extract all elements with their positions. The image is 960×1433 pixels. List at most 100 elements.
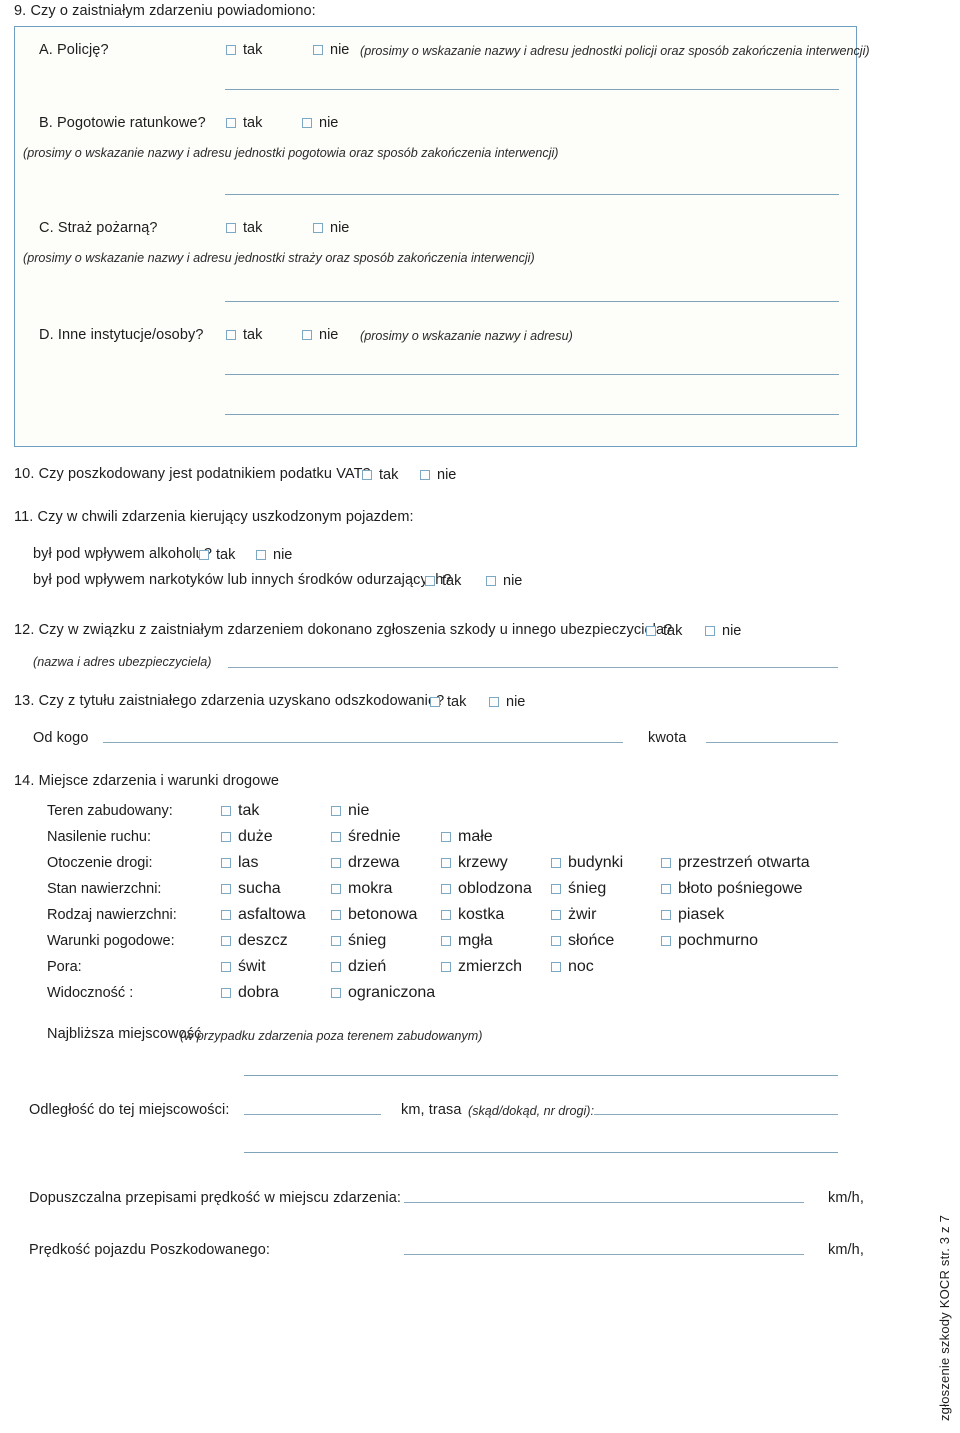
q14-row-7-option-1[interactable]: ograniczona: [331, 980, 435, 1006]
q12-insurer-line[interactable]: [228, 667, 838, 668]
q14-row-3-option-2[interactable]: oblodzona: [441, 876, 532, 902]
q14-row-2-option-4[interactable]: przestrzeń otwarta: [661, 850, 810, 876]
checkbox-icon[interactable]: [441, 936, 451, 946]
q9-item-c-answer-line[interactable]: [225, 301, 839, 302]
q14-vehicle-speed-line[interactable]: [404, 1254, 804, 1255]
q14-row-3-option-1[interactable]: mokra: [331, 876, 392, 902]
checkbox-icon[interactable]: [199, 550, 209, 560]
checkbox-icon[interactable]: [331, 962, 341, 972]
checkbox-icon[interactable]: [551, 910, 561, 920]
q9-item-d-answer-line-1[interactable]: [225, 374, 839, 375]
q14-row-5-option-3[interactable]: słońce: [551, 928, 614, 954]
q14-row-2-option-3[interactable]: budynki: [551, 850, 623, 876]
checkbox-icon[interactable]: [331, 988, 341, 998]
q14-row-5-option-4[interactable]: pochmurno: [661, 928, 758, 954]
q13-from-line[interactable]: [103, 742, 623, 743]
checkbox-icon[interactable]: [331, 832, 341, 842]
q10-no[interactable]: nie: [420, 467, 456, 483]
q14-row-1-option-1[interactable]: średnie: [331, 824, 400, 850]
checkbox-icon[interactable]: [441, 858, 451, 868]
q9-item-d-answer-line-2[interactable]: [225, 414, 839, 415]
q14-row-6-option-2[interactable]: zmierzch: [441, 954, 522, 980]
checkbox-icon[interactable]: [313, 45, 323, 55]
q14-row-6-option-3[interactable]: noc: [551, 954, 594, 980]
checkbox-icon[interactable]: [441, 910, 451, 920]
checkbox-icon[interactable]: [646, 626, 656, 636]
q13-no[interactable]: nie: [489, 694, 525, 710]
checkbox-icon[interactable]: [221, 962, 231, 972]
q13-amount-line[interactable]: [706, 742, 838, 743]
q9-item-c-yes[interactable]: tak: [226, 220, 262, 236]
checkbox-icon[interactable]: [441, 832, 451, 842]
checkbox-icon[interactable]: [331, 910, 341, 920]
q14-row-0-option-1[interactable]: nie: [331, 798, 369, 824]
checkbox-icon[interactable]: [441, 962, 451, 972]
q14-row-4-option-0[interactable]: asfaltowa: [221, 902, 306, 928]
q14-row-5-option-2[interactable]: mgła: [441, 928, 493, 954]
checkbox-icon[interactable]: [226, 223, 236, 233]
q14-row-3-option-3[interactable]: śnieg: [551, 876, 606, 902]
checkbox-icon[interactable]: [221, 806, 231, 816]
q12-yes[interactable]: tak: [646, 623, 682, 639]
q13-yes[interactable]: tak: [430, 694, 466, 710]
q14-row-2-option-0[interactable]: las: [221, 850, 258, 876]
q14-row-3-option-4[interactable]: błoto pośniegowe: [661, 876, 803, 902]
checkbox-icon[interactable]: [331, 806, 341, 816]
q14-row-4-option-1[interactable]: betonowa: [331, 902, 417, 928]
q14-row-4-option-2[interactable]: kostka: [441, 902, 504, 928]
q9-item-a-yes[interactable]: tak: [226, 42, 262, 58]
q14-distance-line[interactable]: [244, 1114, 381, 1115]
q14-speed-limit-line[interactable]: [404, 1202, 804, 1203]
q14-row-3-option-0[interactable]: sucha: [221, 876, 281, 902]
checkbox-icon[interactable]: [221, 832, 231, 842]
checkbox-icon[interactable]: [221, 858, 231, 868]
q9-item-b-yes[interactable]: tak: [226, 115, 262, 131]
checkbox-icon[interactable]: [226, 118, 236, 128]
checkbox-icon[interactable]: [551, 962, 561, 972]
q14-row-5-option-1[interactable]: śnieg: [331, 928, 386, 954]
q14-row-7-option-0[interactable]: dobra: [221, 980, 279, 1006]
q14-row-2-option-2[interactable]: krzewy: [441, 850, 508, 876]
checkbox-icon[interactable]: [551, 936, 561, 946]
checkbox-icon[interactable]: [661, 884, 671, 894]
checkbox-icon[interactable]: [441, 884, 451, 894]
q12-no[interactable]: nie: [705, 623, 741, 639]
q11-sub-1-yes[interactable]: tak: [199, 547, 235, 563]
checkbox-icon[interactable]: [551, 884, 561, 894]
q11-sub-2-no[interactable]: nie: [486, 573, 522, 589]
q14-extra-blank-line[interactable]: [244, 1152, 838, 1153]
q9-item-a-no[interactable]: nie: [313, 42, 349, 58]
q14-row-2-option-1[interactable]: drzewa: [331, 850, 400, 876]
checkbox-icon[interactable]: [226, 330, 236, 340]
q14-row-0-option-0[interactable]: tak: [221, 798, 259, 824]
checkbox-icon[interactable]: [221, 988, 231, 998]
checkbox-icon[interactable]: [221, 910, 231, 920]
checkbox-icon[interactable]: [331, 936, 341, 946]
q14-row-1-option-2[interactable]: małe: [441, 824, 493, 850]
q9-item-d-yes[interactable]: tak: [226, 327, 262, 343]
q14-row-6-option-1[interactable]: dzień: [331, 954, 386, 980]
q9-item-b-answer-line[interactable]: [225, 194, 839, 195]
q14-row-5-option-0[interactable]: deszcz: [221, 928, 288, 954]
q14-nearest-town-line[interactable]: [244, 1075, 838, 1076]
checkbox-icon[interactable]: [661, 910, 671, 920]
checkbox-icon[interactable]: [221, 884, 231, 894]
checkbox-icon[interactable]: [430, 697, 440, 707]
checkbox-icon[interactable]: [362, 470, 372, 480]
q10-yes[interactable]: tak: [362, 467, 398, 483]
q14-row-4-option-3[interactable]: żwir: [551, 902, 596, 928]
checkbox-icon[interactable]: [661, 936, 671, 946]
checkbox-icon[interactable]: [226, 45, 236, 55]
q9-item-d-no[interactable]: nie: [302, 327, 338, 343]
checkbox-icon[interactable]: [302, 330, 312, 340]
checkbox-icon[interactable]: [425, 576, 435, 586]
q9-item-a-answer-line[interactable]: [225, 89, 839, 90]
checkbox-icon[interactable]: [551, 858, 561, 868]
checkbox-icon[interactable]: [221, 936, 231, 946]
q14-row-1-option-0[interactable]: duże: [221, 824, 273, 850]
checkbox-icon[interactable]: [705, 626, 715, 636]
checkbox-icon[interactable]: [331, 858, 341, 868]
checkbox-icon[interactable]: [313, 223, 323, 233]
checkbox-icon[interactable]: [661, 858, 671, 868]
q11-sub-2-yes[interactable]: tak: [425, 573, 461, 589]
